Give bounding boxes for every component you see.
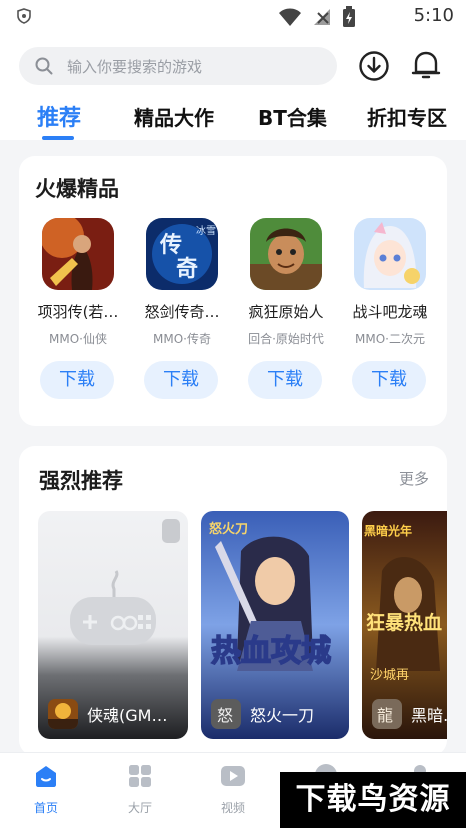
game-thumb-icon [48,699,78,729]
game-tag: MMO·仙侠 [49,332,107,346]
active-tab-indicator [42,136,74,140]
clock: 5:10 [413,5,454,26]
battery-icon [343,6,355,27]
game-tag: MMO·二次元 [355,332,425,346]
hot-games-card: 火爆精品 项羽传(若… MMO·仙侠 下载 传 奇 冰雪 怒剑传奇… MMO·传… [19,156,447,426]
game-thumb-icon: 怒 [211,699,241,729]
game-thumb-icon: 龍 [372,699,402,729]
tab-bt-collection[interactable]: BT合集 [258,102,327,131]
download-button[interactable]: 下载 [144,361,218,399]
download-button[interactable]: 下载 [248,361,322,399]
recommend-item[interactable]: 怒火刀 热血攻城 怒 怒火一刀 [201,511,349,739]
search-input[interactable]: 输入你要搜索的游戏 [19,47,337,85]
home-icon [36,766,56,787]
grid-icon [129,765,151,787]
video-icon [221,766,245,786]
game-name: 项羽传(若… [37,303,119,321]
hero-red-icon [42,218,114,290]
watermark-banner: 下载鸟资源 [280,772,466,828]
anime-girl-icon [354,218,426,290]
svg-text:龍: 龍 [377,706,393,725]
search-icon [35,57,53,75]
caveman-icon [250,218,322,290]
bell-icon[interactable] [410,48,442,82]
download-manager-icon[interactable] [358,50,390,82]
svg-text:奇: 奇 [176,256,198,282]
recommend-name: 侠魂(GM… [87,706,168,725]
download-button[interactable]: 下载 [352,361,426,399]
section-title: 火爆精品 [35,177,119,201]
recommend-name: 怒火一刀 [250,706,315,725]
recommend-name: 黑暗… [411,706,447,725]
game-name: 怒剑传奇… [144,303,220,321]
status-bar: 5:10 [0,0,466,34]
signal-icon [314,9,330,25]
nav-video[interactable]: 视频 [203,763,263,816]
game-tag: MMO·传奇 [153,332,211,346]
wifi-icon [279,8,301,26]
category-tabs: 推荐 精品大作 BT合集 折扣专区 [0,102,466,140]
svg-text:传: 传 [159,232,182,258]
svg-text:怒火刀: 怒火刀 [209,521,248,537]
tab-recommend[interactable]: 推荐 [37,100,81,132]
svg-text:怒: 怒 [217,706,233,725]
nav-label: 视频 [220,801,245,815]
recommend-label: 龍 黑暗… [372,699,447,729]
game-tag: 回合·原始时代 [248,332,324,346]
svg-text:黑暗光年: 黑暗光年 [364,523,412,538]
nav-home[interactable]: 首页 [16,763,76,816]
recommend-label: 怒 怒火一刀 [211,699,314,729]
tab-premium[interactable]: 精品大作 [134,102,214,131]
top-bar: 输入你要搜索的游戏 推荐 精品大作 BT合集 折扣专区 [0,34,466,140]
download-button[interactable]: 下载 [40,361,114,399]
nav-lobby[interactable]: 大厅 [110,763,170,816]
poster-art-text: 狂暴热血 [366,611,442,634]
nav-label: 大厅 [127,801,152,815]
recommend-item[interactable]: 侠魂(GM… [38,511,188,739]
recommend-card: 强烈推荐 更多 侠魂(GM… 怒火刀 热血攻城 怒 怒火一刀 黑暗光年 狂暴热血… [19,446,447,756]
nav-label: 首页 [33,801,58,815]
recommend-item[interactable]: 黑暗光年 狂暴热血 沙城再 龍 黑暗… [362,511,447,739]
poster-art-text: 热血攻城 [211,634,331,669]
more-link[interactable]: 更多 [399,468,429,489]
svg-text:冰雪: 冰雪 [196,224,216,237]
section-title: 强烈推荐 [39,469,123,493]
svg-text:沙城再: 沙城再 [370,668,409,683]
shield-icon [17,8,31,24]
recommend-label: 侠魂(GM… [48,699,167,729]
search-placeholder: 输入你要搜索的游戏 [67,58,203,76]
game-name: 疯狂原始人 [248,303,324,321]
tab-discount[interactable]: 折扣专区 [367,102,447,131]
game-name: 战斗吧龙魂 [352,303,428,321]
legend-blue-icon: 传 奇 冰雪 [146,218,218,290]
